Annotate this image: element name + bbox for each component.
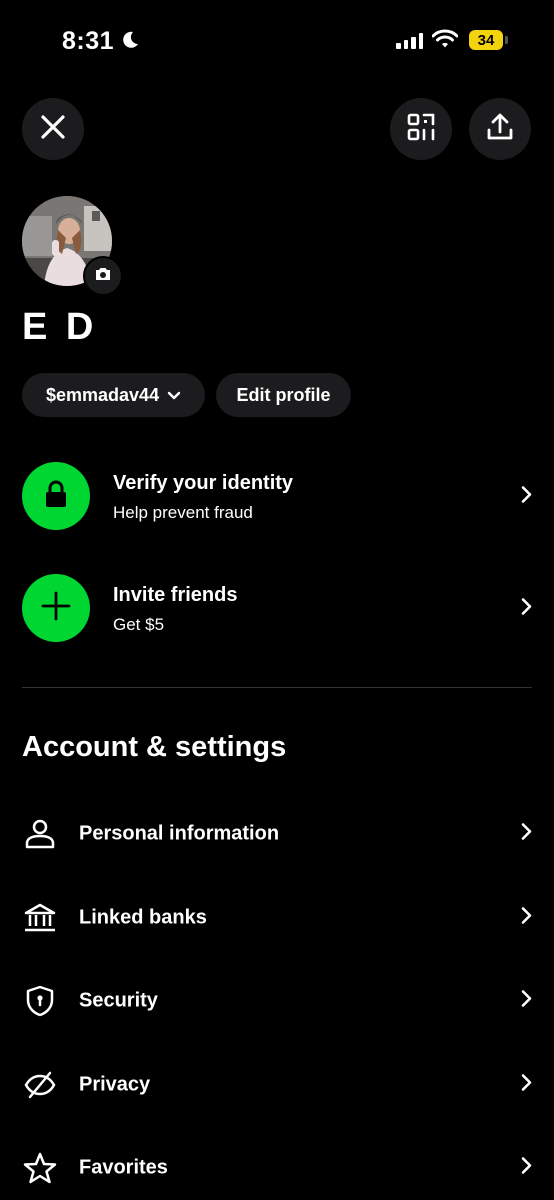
settings-item-privacy[interactable]: Privacy: [22, 1065, 532, 1105]
cashtag-label: $emmadav44: [46, 384, 160, 405]
battery-indicator: 34: [469, 30, 503, 50]
close-button[interactable]: [22, 98, 84, 160]
settings-item-linked-banks[interactable]: Linked banks: [22, 898, 532, 938]
promo-title: Verify your identity: [113, 472, 294, 494]
promo-subtitle: Get $5: [113, 615, 165, 634]
status-time: 8:31: [62, 27, 115, 55]
settings-item-label: Personal information: [79, 822, 280, 845]
promo-title: Invite friends: [113, 584, 238, 606]
cashtag-dropdown[interactable]: $emmadav44: [22, 373, 205, 417]
cellular-signal-icon: [396, 33, 423, 49]
chevron-right-icon: [520, 486, 532, 509]
chevron-down-icon: [167, 385, 181, 406]
eye-slash-icon: [22, 1067, 58, 1103]
invite-friends-badge: [22, 574, 90, 642]
close-icon: [40, 114, 66, 145]
person-icon: [22, 816, 58, 852]
chevron-right-icon: [520, 823, 532, 846]
status-bar: 8:31 34: [0, 0, 554, 84]
settings-item-security[interactable]: Security: [22, 981, 532, 1021]
invite-friends-row[interactable]: Invite friends Get $5: [22, 574, 532, 644]
battery-cap: [505, 36, 508, 44]
camera-icon: [94, 266, 112, 287]
promo-subtitle: Help prevent fraud: [113, 503, 253, 522]
lock-icon: [43, 479, 69, 514]
qr-scan-icon: [406, 112, 436, 147]
settings-item-label: Favorites: [79, 1156, 168, 1179]
chevron-right-icon: [520, 1074, 532, 1097]
plus-icon: [41, 591, 71, 626]
bank-icon: [22, 900, 58, 936]
wifi-icon: [431, 29, 459, 54]
section-divider: [22, 687, 532, 688]
chevron-right-icon: [520, 907, 532, 930]
settings-item-personal-information[interactable]: Personal information: [22, 814, 532, 854]
section-title: Account & settings: [22, 731, 287, 763]
chevron-right-icon: [520, 598, 532, 621]
settings-item-label: Security: [79, 989, 158, 1012]
change-photo-button[interactable]: [83, 256, 123, 296]
chevron-right-icon: [520, 990, 532, 1013]
qr-scan-button[interactable]: [390, 98, 452, 160]
edit-profile-button[interactable]: Edit profile: [216, 373, 351, 417]
settings-item-label: Privacy: [79, 1073, 151, 1096]
profile-name: E D: [22, 306, 98, 348]
settings-item-favorites[interactable]: Favorites: [22, 1148, 532, 1188]
share-button[interactable]: [469, 98, 531, 160]
verify-identity-badge: [22, 462, 90, 530]
chevron-right-icon: [520, 1157, 532, 1180]
moon-icon: [120, 30, 140, 55]
share-icon: [485, 112, 515, 147]
settings-item-label: Linked banks: [79, 906, 207, 929]
shield-icon: [22, 983, 58, 1019]
star-icon: [22, 1150, 58, 1186]
verify-identity-row[interactable]: Verify your identity Help prevent fraud: [22, 462, 532, 532]
